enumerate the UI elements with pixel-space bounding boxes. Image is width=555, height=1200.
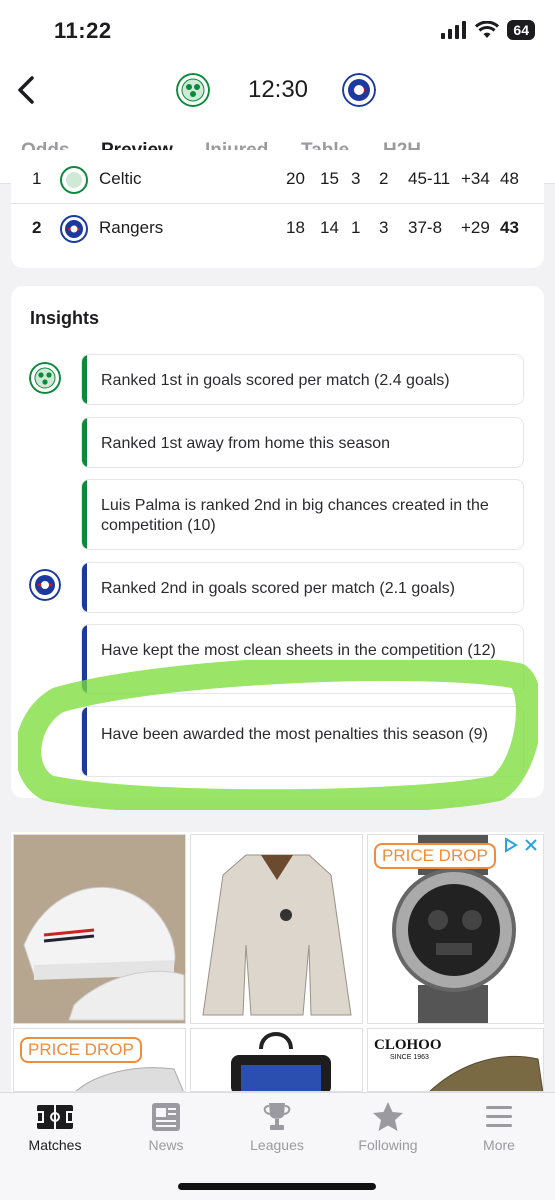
trophy-icon xyxy=(263,1103,291,1130)
row-drawn: 1 xyxy=(351,218,361,237)
ad-tile-watch[interactable]: PRICE DROP xyxy=(367,834,544,1024)
star-icon xyxy=(373,1102,403,1131)
match-kickoff-time: 12:30 xyxy=(247,76,309,103)
insight-item: Ranked 1st away from home this season xyxy=(81,417,524,468)
nav-label: More xyxy=(483,1137,515,1153)
scanner-image xyxy=(231,1032,331,1091)
celtic-badge-icon[interactable] xyxy=(176,73,210,107)
row-goal-diff: +29 xyxy=(461,218,490,237)
insights-card: Insights Ranked 1st in goals scored per … xyxy=(11,286,544,798)
row-goal-diff: +34 xyxy=(461,169,490,188)
insight-team-bar xyxy=(82,625,87,693)
insight-team-bar xyxy=(82,707,87,776)
insights-title: Insights xyxy=(30,308,100,328)
signal-icon xyxy=(441,21,467,39)
home-indicator[interactable] xyxy=(178,1183,376,1190)
row-goals: 45-11 xyxy=(408,169,451,188)
row-position: 1 xyxy=(32,169,42,188)
adchoices-icon[interactable] xyxy=(503,837,519,853)
ad-banner[interactable]: PRICE DROP PRICE DROP CLOHOO SINCE 1963 xyxy=(11,832,544,1092)
nav-label: Following xyxy=(358,1137,418,1153)
insight-item: Have kept the most clean sheets in the c… xyxy=(81,624,524,694)
rangers-badge-icon xyxy=(60,215,88,243)
ad-tile-sneakers[interactable] xyxy=(13,834,186,1024)
status-bar: 11:22 64 xyxy=(0,0,555,62)
nav-following[interactable]: Following xyxy=(338,1101,438,1153)
ad-tile-jacket[interactable] xyxy=(190,834,363,1024)
pitch-icon xyxy=(36,1105,74,1129)
rangers-badge-icon[interactable] xyxy=(342,73,376,107)
row-won: 14 xyxy=(320,218,339,237)
celtic-badge-icon xyxy=(29,362,61,394)
status-icons: 64 xyxy=(441,20,535,40)
insight-text: Ranked 1st in goals scored per match (2.… xyxy=(101,372,450,389)
jacket-image xyxy=(202,854,352,1016)
insight-item: Luis Palma is ranked 2nd in big chances … xyxy=(81,479,524,550)
ad-tile-shoes[interactable]: PRICE DROP xyxy=(13,1028,186,1092)
price-drop-badge: PRICE DROP xyxy=(20,1037,142,1063)
table-row[interactable]: 1 Celtic 20 15 3 2 45-11 +34 48 xyxy=(11,150,544,194)
mesh-shoe-image xyxy=(429,1055,543,1091)
ad-tile-scanner[interactable] xyxy=(190,1028,363,1092)
price-drop-badge: PRICE DROP xyxy=(374,843,496,869)
ad-tile-clohoo[interactable]: CLOHOO SINCE 1963 xyxy=(367,1028,544,1092)
row-position: 2 xyxy=(32,218,42,237)
row-drawn: 3 xyxy=(351,169,361,188)
nav-matches[interactable]: Matches xyxy=(5,1101,105,1153)
nav-leagues[interactable]: Leagues xyxy=(227,1101,327,1153)
news-icon xyxy=(152,1103,180,1131)
status-time: 11:22 xyxy=(54,18,112,43)
row-played: 18 xyxy=(286,218,305,237)
insight-team-bar xyxy=(82,418,87,467)
row-played: 20 xyxy=(286,169,305,188)
insight-team-bar xyxy=(82,480,87,549)
row-team: Rangers xyxy=(99,218,164,237)
menu-icon xyxy=(486,1106,512,1127)
insight-text: Ranked 2nd in goals scored per match (2.… xyxy=(101,580,455,597)
back-button[interactable] xyxy=(12,72,44,108)
insight-item: Have been awarded the most penalties thi… xyxy=(81,706,524,777)
row-team: Celtic xyxy=(99,169,142,188)
insight-item: Ranked 2nd in goals scored per match (2.… xyxy=(81,562,524,613)
insight-team-bar xyxy=(82,355,87,404)
sneaker-image xyxy=(14,835,185,1023)
nav-label: News xyxy=(148,1137,184,1153)
standings-card: 1 Celtic 20 15 3 2 45-11 +34 48 2 Ranger… xyxy=(11,150,544,268)
insight-text: Ranked 1st away from home this season xyxy=(101,435,391,452)
row-points: 48 xyxy=(500,169,519,188)
rangers-badge-icon xyxy=(29,569,61,601)
nav-label: Matches xyxy=(28,1137,82,1153)
row-points: 43 xyxy=(500,218,519,237)
nav-label: Leagues xyxy=(250,1137,304,1153)
insight-text: Have been awarded the most penalties thi… xyxy=(101,726,488,743)
celtic-badge-icon xyxy=(60,166,88,194)
insight-team-bar xyxy=(82,563,87,612)
insight-item: Ranked 1st in goals scored per match (2.… xyxy=(81,354,524,405)
insight-text: Luis Palma is ranked 2nd in big chances … xyxy=(101,497,489,534)
close-icon[interactable] xyxy=(523,837,539,853)
row-won: 15 xyxy=(320,169,339,188)
battery-indicator: 64 xyxy=(507,20,535,40)
row-lost: 3 xyxy=(379,218,389,237)
table-row[interactable]: 2 Rangers 18 14 1 3 37-8 +29 43 xyxy=(11,206,544,250)
row-goals: 37-8 xyxy=(408,218,443,237)
nav-more[interactable]: More xyxy=(449,1101,549,1153)
insight-text: Have kept the most clean sheets in the c… xyxy=(101,642,496,659)
divider xyxy=(11,203,544,204)
row-lost: 2 xyxy=(379,169,389,188)
nav-news[interactable]: News xyxy=(116,1101,216,1153)
wifi-icon xyxy=(475,21,500,38)
